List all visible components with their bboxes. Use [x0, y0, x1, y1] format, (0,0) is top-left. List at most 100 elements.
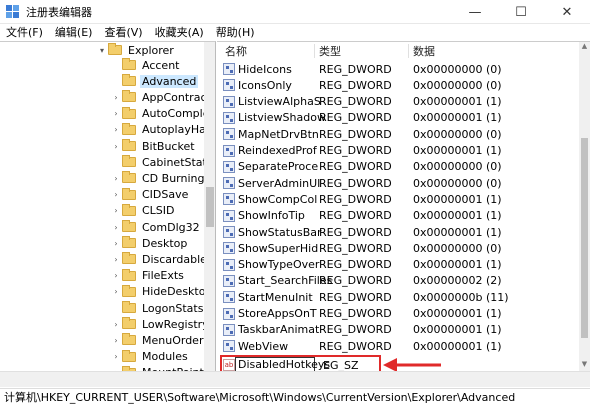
- tree-item[interactable]: Accent: [110, 57, 181, 73]
- menu-bar: 文件(F) 编辑(E) 查看(V) 收藏夹(A) 帮助(H): [0, 24, 590, 40]
- value-row[interactable]: ServerAdminUI REG_DWORD 0x00000000 (0): [217, 175, 579, 191]
- value-row[interactable]: ReindexedProf REG_DWORD 0x00000001 (1): [217, 143, 579, 159]
- value-row[interactable]: ListviewShadow REG_DWORD 0x00000001 (1): [217, 110, 579, 126]
- tree-item[interactable]: Advanced: [110, 73, 199, 89]
- value-row[interactable]: ShowCompCol REG_DWORD 0x00000001 (1): [217, 191, 579, 207]
- dword-value-icon: [223, 160, 235, 173]
- values-scrollbar[interactable]: ▲ ▼: [579, 42, 590, 371]
- tree-scrollbar-thumb[interactable]: [206, 187, 214, 227]
- tree-item[interactable]: › Modules: [110, 349, 190, 365]
- expand-arrow-icon[interactable]: ›: [110, 271, 122, 280]
- expand-arrow-icon[interactable]: ›: [110, 190, 122, 199]
- menu-help[interactable]: 帮助(H): [210, 24, 261, 40]
- tree-item[interactable]: › BitBucket: [110, 138, 197, 154]
- menu-file[interactable]: 文件(F): [0, 24, 49, 40]
- scroll-up-arrow-icon[interactable]: ▲: [579, 42, 590, 54]
- menu-view[interactable]: 查看(V): [98, 24, 148, 40]
- folder-icon: [122, 90, 136, 103]
- column-header-type[interactable]: 类型: [319, 42, 409, 60]
- expand-arrow-icon[interactable]: ›: [110, 206, 122, 215]
- tree-item[interactable]: › CIDSave: [110, 187, 190, 203]
- expand-arrow-icon[interactable]: ›: [110, 255, 122, 264]
- minimize-button[interactable]: —: [452, 0, 498, 24]
- value-row[interactable]: SeparateProce REG_DWORD 0x00000000 (0): [217, 159, 579, 175]
- expand-arrow-icon[interactable]: ›: [110, 239, 122, 248]
- expand-arrow-icon[interactable]: ›: [110, 287, 122, 296]
- registry-tree[interactable]: ▾ Explorer Accent Advanced › AppContract › Au…: [0, 41, 216, 371]
- scroll-down-arrow-icon[interactable]: ▼: [579, 360, 590, 371]
- close-button[interactable]: ✕: [544, 0, 590, 24]
- expand-arrow-icon[interactable]: ›: [110, 336, 122, 345]
- value-data: 0x00000001 (1): [413, 111, 502, 125]
- tree-item[interactable]: › FileExts: [110, 268, 186, 284]
- dword-value-icon: [223, 307, 235, 320]
- value-row[interactable]: HideIcons REG_DWORD 0x00000000 (0): [217, 61, 579, 77]
- column-header-name[interactable]: 名称: [225, 42, 315, 60]
- folder-icon: [122, 252, 136, 265]
- value-row[interactable]: ShowStatusBar REG_DWORD 0x00000001 (1): [217, 224, 579, 240]
- value-data: 0x00000001 (1): [413, 323, 502, 337]
- dword-value-icon: [223, 323, 235, 336]
- value-row[interactable]: TaskbarAnimat REG_DWORD 0x00000001 (1): [217, 322, 579, 338]
- value-row[interactable]: ShowInfoTip REG_DWORD 0x00000001 (1): [217, 208, 579, 224]
- minimize-icon: —: [468, 4, 482, 20]
- value-row[interactable]: IconsOnly REG_DWORD 0x00000000 (0): [217, 77, 579, 93]
- value-row[interactable]: StoreAppsOnT REG_DWORD 0x00000001 (1): [217, 306, 579, 322]
- value-row[interactable]: MapNetDrvBtn REG_DWORD 0x00000000 (0): [217, 126, 579, 142]
- value-type: REG_DWORD: [319, 339, 392, 353]
- value-row[interactable]: ShowTypeOver REG_DWORD 0x00000001 (1): [217, 257, 579, 273]
- expand-arrow-icon[interactable]: ›: [110, 142, 122, 151]
- menu-edit[interactable]: 编辑(E): [49, 24, 99, 40]
- tree-item[interactable]: › MenuOrder: [110, 332, 205, 348]
- value-name: WebView: [238, 339, 289, 353]
- value-type: REG_DWORD: [319, 192, 392, 206]
- tree-item-label: LogonStats: [142, 301, 204, 315]
- tree-item[interactable]: › Desktop: [110, 235, 189, 251]
- value-data: 0x00000000 (0): [413, 176, 502, 190]
- value-data: 0x00000000 (0): [413, 62, 502, 76]
- expand-arrow-icon[interactable]: ›: [110, 93, 122, 102]
- tree-item[interactable]: › HideDesktopI: [110, 284, 215, 300]
- dword-value-icon: [223, 193, 235, 206]
- value-type: REG_DWORD: [319, 144, 392, 157]
- values-list[interactable]: 名称 类型 数据 HideIcons REG_DWORD 0x00000000 (0…: [217, 41, 590, 371]
- tree-item[interactable]: › AutoplayHand: [110, 122, 215, 138]
- value-row[interactable]: ListviewAlphaS REG_DWORD 0x00000001 (1): [217, 94, 579, 110]
- column-divider[interactable]: [408, 44, 409, 58]
- collapse-arrow-icon[interactable]: ▾: [96, 46, 108, 55]
- value-type: REG_DWORD: [319, 95, 392, 109]
- expand-arrow-icon[interactable]: ›: [110, 125, 122, 134]
- value-data: 0x00000001 (1): [413, 339, 502, 353]
- expand-arrow-icon[interactable]: ›: [110, 223, 122, 232]
- expand-arrow-icon[interactable]: ›: [110, 320, 122, 329]
- tree-item[interactable]: CabinetState: [110, 154, 215, 170]
- tree-scrollbar[interactable]: [204, 42, 215, 371]
- tree-item[interactable]: › AutoComplete: [110, 106, 215, 122]
- tree-item[interactable]: › LowRegistry: [110, 316, 211, 332]
- tree-item-explorer[interactable]: ▾ Explorer: [96, 42, 176, 58]
- expand-arrow-icon[interactable]: ›: [110, 109, 122, 118]
- horizontal-scrollbar[interactable]: [0, 371, 590, 387]
- tree-item-label: CIDSave: [142, 188, 189, 202]
- tree-item[interactable]: › CD Burning: [110, 170, 206, 186]
- tree-item[interactable]: LogonStats: [110, 300, 205, 316]
- tree-item[interactable]: › CLSID: [110, 203, 177, 219]
- column-header-data[interactable]: 数据: [413, 42, 533, 60]
- column-divider[interactable]: [314, 44, 315, 58]
- value-row[interactable]: StartMenuInit REG_DWORD 0x0000000b (11): [217, 289, 579, 305]
- expand-arrow-icon[interactable]: ›: [110, 352, 122, 361]
- tree-item-label: CLSID: [142, 204, 175, 218]
- value-row[interactable]: Start_SearchFiles REG_DWORD 0x00000002 (2): [217, 273, 579, 289]
- value-type: REG_DWORD: [319, 225, 392, 239]
- value-row[interactable]: ShowSuperHid REG_DWORD 0x00000000 (0): [217, 240, 579, 256]
- window-title: 注册表编辑器: [26, 5, 92, 19]
- expand-arrow-icon[interactable]: ›: [110, 174, 122, 183]
- tree-item[interactable]: › Discardable: [110, 251, 209, 267]
- tree-item[interactable]: › AppContract: [110, 89, 213, 105]
- dword-value-icon: [223, 63, 235, 75]
- tree-item[interactable]: › ComDlg32: [110, 219, 202, 235]
- menu-favorites[interactable]: 收藏夹(A): [149, 24, 210, 40]
- values-scrollbar-thumb[interactable]: [581, 138, 588, 338]
- value-row[interactable]: WebView REG_DWORD 0x00000001 (1): [217, 338, 579, 354]
- maximize-button[interactable]: ☐: [498, 0, 544, 24]
